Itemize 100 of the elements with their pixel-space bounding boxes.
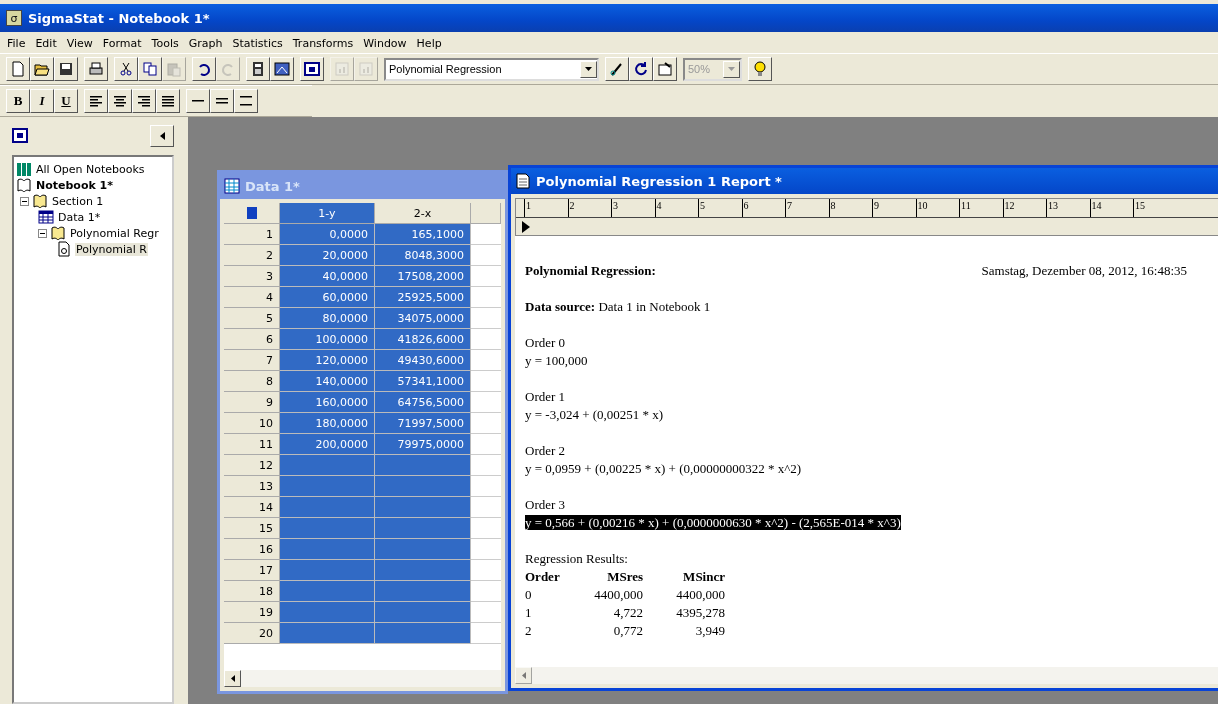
align-button[interactable] <box>108 89 132 113</box>
table-cell[interactable] <box>280 518 375 539</box>
table-cell[interactable]: 0,0000 <box>280 224 375 245</box>
menu-item[interactable]: View <box>61 36 98 51</box>
calculator-icon <box>250 61 266 77</box>
table-cell[interactable] <box>280 476 375 497</box>
toolbar-button[interactable] <box>192 57 216 81</box>
table-cell[interactable]: 49430,6000 <box>375 350 471 371</box>
table-cell[interactable]: 57341,1000 <box>375 371 471 392</box>
align-button[interactable] <box>84 89 108 113</box>
analysis-dropdown[interactable]: Polynomial Regression <box>384 57 599 81</box>
table-cell-text: 3,949 <box>694 622 725 640</box>
tree-item[interactable]: Notebook 1* <box>35 178 115 192</box>
table-cell[interactable]: 20,0000 <box>280 245 375 266</box>
table-cell[interactable] <box>280 560 375 581</box>
menu-item[interactable]: Format <box>97 36 147 51</box>
menu-item[interactable]: Help <box>411 36 447 51</box>
table-cell[interactable] <box>375 455 471 476</box>
text-style-button[interactable]: I <box>30 89 54 113</box>
toolbar-button[interactable] <box>114 57 138 81</box>
column-header[interactable] <box>471 203 501 224</box>
tree-item[interactable]: Section 1 <box>51 194 105 208</box>
table-cell[interactable] <box>280 581 375 602</box>
text-style-button[interactable]: U <box>54 89 78 113</box>
toolbar-button[interactable] <box>300 57 324 81</box>
toolbar-button[interactable] <box>653 57 677 81</box>
table-cell[interactable]: 79975,0000 <box>375 434 471 455</box>
menu-item[interactable]: Transforms <box>287 36 359 51</box>
table-cell[interactable]: 180,0000 <box>280 413 375 434</box>
align-button[interactable] <box>156 89 180 113</box>
toolbar-button[interactable] <box>246 57 270 81</box>
table-cell[interactable]: 160,0000 <box>280 392 375 413</box>
table-cell[interactable]: 71997,5000 <box>375 413 471 434</box>
line-spacing-button[interactable] <box>210 89 234 113</box>
text-style-button[interactable]: B <box>6 89 30 113</box>
menu-item[interactable]: Edit <box>30 36 62 51</box>
toolbar-button[interactable] <box>605 57 629 81</box>
order-label: Order 0 <box>525 335 566 350</box>
table-cell[interactable]: 34075,0000 <box>375 308 471 329</box>
toolbar-button[interactable] <box>138 57 162 81</box>
undo-icon <box>196 61 212 77</box>
row-number: 4 <box>224 287 280 308</box>
table-cell[interactable] <box>375 581 471 602</box>
column-header[interactable]: 1-y <box>280 203 375 224</box>
toolbar-button[interactable] <box>54 57 78 81</box>
tree-item[interactable]: Data 1* <box>57 210 102 224</box>
menu-item[interactable]: Statistics <box>227 36 288 51</box>
scroll-left-button[interactable] <box>224 670 241 687</box>
toolbar-button[interactable] <box>748 57 772 81</box>
table-cell[interactable]: 120,0000 <box>280 350 375 371</box>
table-cell[interactable] <box>375 539 471 560</box>
table-cell[interactable]: 100,0000 <box>280 329 375 350</box>
align-button[interactable] <box>132 89 156 113</box>
table-cell[interactable] <box>375 602 471 623</box>
line-spacing-button[interactable] <box>234 89 258 113</box>
toolbar-button[interactable] <box>30 57 54 81</box>
table-cell[interactable]: 41826,6000 <box>375 329 471 350</box>
collapse-toggle[interactable] <box>20 196 29 206</box>
table-cell[interactable] <box>280 497 375 518</box>
column-header[interactable]: 2-x <box>375 203 471 224</box>
menu-item[interactable]: File <box>2 36 31 51</box>
table-cell[interactable]: 60,0000 <box>280 287 375 308</box>
table-cell[interactable] <box>280 539 375 560</box>
table-cell[interactable]: 165,1000 <box>375 224 471 245</box>
row-number: 7 <box>224 350 280 371</box>
table-cell[interactable] <box>280 602 375 623</box>
select-all-icon <box>246 207 257 219</box>
tree-item[interactable]: Polynomial Regr <box>69 226 160 240</box>
collapse-panel-button[interactable] <box>150 125 174 147</box>
toolbar-button[interactable] <box>6 57 30 81</box>
table-cell[interactable]: 17508,2000 <box>375 266 471 287</box>
toolbar-button[interactable] <box>84 57 108 81</box>
table-cell[interactable] <box>375 623 471 644</box>
toolbar-button[interactable] <box>270 57 294 81</box>
table-cell[interactable]: 80,0000 <box>280 308 375 329</box>
row-number: 17 <box>224 560 280 581</box>
table-cell[interactable]: 25925,5000 <box>375 287 471 308</box>
menu-item[interactable]: Graph <box>183 36 228 51</box>
row-number: 8 <box>224 371 280 392</box>
table-cell[interactable] <box>375 518 471 539</box>
table-cell[interactable]: 200,0000 <box>280 434 375 455</box>
table-cell[interactable] <box>280 455 375 476</box>
table-cell[interactable] <box>375 476 471 497</box>
table-cell[interactable]: 140,0000 <box>280 371 375 392</box>
table-cell[interactable]: 8048,3000 <box>375 245 471 266</box>
table-cell[interactable]: 64756,5000 <box>375 392 471 413</box>
tree-item[interactable]: All Open Notebooks <box>35 162 146 176</box>
menu-item[interactable]: Tools <box>146 36 184 51</box>
ruler: 1 2 3 4 5 6 7 8 9 10 11 12 13 14 15 <box>515 198 1218 236</box>
table-cell[interactable] <box>375 560 471 581</box>
tree-item[interactable]: Polynomial R <box>75 242 148 256</box>
toolbar-button[interactable] <box>629 57 653 81</box>
row-number: 16 <box>224 539 280 560</box>
line-spacing-button[interactable] <box>186 89 210 113</box>
table-cell[interactable]: 40,0000 <box>280 266 375 287</box>
table-cell[interactable] <box>375 497 471 518</box>
table-cell[interactable] <box>280 623 375 644</box>
menu-item[interactable]: Window <box>358 36 412 51</box>
collapse-toggle[interactable] <box>38 228 47 238</box>
report-icon <box>515 173 531 189</box>
